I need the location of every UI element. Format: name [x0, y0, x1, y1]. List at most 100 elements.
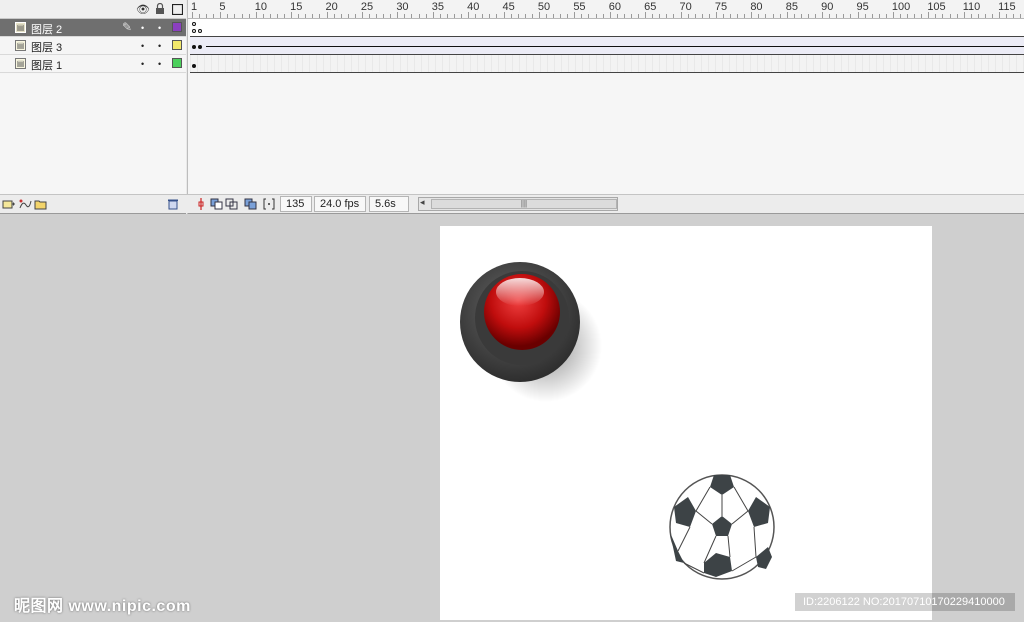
- ruler-tick: [276, 14, 278, 18]
- frame-ruler[interactable]: 1 5 10 15 20 25 30 35 40 45 50 55 60 65 70 75 80 85 90 95 10…: [188, 0, 1024, 19]
- layer-color-swatch[interactable]: [172, 40, 182, 50]
- button-highlight: [496, 278, 544, 306]
- ruler-tick: [354, 14, 356, 18]
- ruler-tick: [850, 14, 852, 18]
- horizontal-scrollbar[interactable]: ◂ |||: [418, 197, 618, 211]
- stage-canvas[interactable]: [440, 226, 932, 620]
- ruler-tick: [595, 14, 597, 18]
- trash-icon[interactable]: [166, 197, 180, 211]
- ruler-tick: [475, 14, 477, 18]
- ruler-label: 20: [325, 1, 338, 13]
- layer-row-3[interactable]: ▤ 图层 3 • •: [0, 37, 186, 55]
- ruler-tick: [517, 14, 519, 18]
- onion-skin-icon[interactable]: [210, 197, 224, 211]
- add-motion-guide-icon[interactable]: [18, 197, 32, 211]
- ruler-label: 65: [644, 1, 657, 13]
- layer-name: 图层 1: [31, 60, 63, 72]
- current-frame-field: 135: [280, 196, 312, 212]
- insert-layer-icon[interactable]: [2, 197, 16, 211]
- ruler-tick: [482, 14, 484, 18]
- lock-dot[interactable]: •: [158, 23, 161, 33]
- empty-keyframe[interactable]: [192, 22, 196, 26]
- edit-multiple-frames-icon[interactable]: [244, 197, 258, 211]
- ruler-tick: [694, 14, 696, 18]
- ruler-tick: [949, 14, 951, 18]
- keyframe[interactable]: [198, 45, 202, 49]
- ruler-tick: [439, 14, 441, 18]
- ruler-tick: [369, 14, 370, 18]
- ruler-label: 55: [573, 1, 586, 13]
- ruler-label: 10: [254, 1, 267, 13]
- ruler-tick: [921, 14, 923, 18]
- ruler-tick: [546, 14, 547, 18]
- keyframe[interactable]: [192, 64, 196, 68]
- stage-artwork: [460, 262, 775, 580]
- onion-skin-outlines-icon[interactable]: [225, 197, 239, 211]
- empty-keyframe[interactable]: [198, 29, 202, 33]
- ruler-tick: [970, 14, 972, 18]
- layer-icon: ▤: [15, 22, 26, 33]
- ruler-tick: [453, 14, 455, 18]
- ruler-tick: [737, 14, 739, 18]
- ruler-tick: [269, 14, 271, 18]
- ruler-tick: [723, 14, 724, 18]
- modify-markers-icon[interactable]: [262, 197, 276, 211]
- soccer-ball-graphic[interactable]: [669, 474, 775, 580]
- red-button-graphic[interactable]: [460, 262, 602, 402]
- ruler-tick: [333, 14, 335, 18]
- lock-dot[interactable]: •: [158, 41, 161, 51]
- flash-editor: 👁 1 5 10 15 20 25 30 35 40 45 50 55 60 65 70 75 80 85 90 95…: [0, 0, 1024, 622]
- ruler-tick: [312, 14, 314, 18]
- visibility-dot[interactable]: •: [141, 59, 144, 69]
- ruler-tick: [652, 14, 654, 18]
- frame-row-layer-2[interactable]: [190, 19, 1024, 37]
- scroll-left-arrow-icon[interactable]: ◂: [420, 197, 425, 208]
- ruler-tick: [807, 14, 809, 18]
- visibility-dot[interactable]: •: [141, 23, 144, 33]
- empty-keyframe[interactable]: [192, 29, 196, 33]
- visibility-dot[interactable]: •: [141, 41, 144, 51]
- ruler-tick: [843, 14, 845, 18]
- frame-row-layer-3[interactable]: [190, 37, 1024, 55]
- frame-row-layer-1[interactable]: [190, 55, 1024, 73]
- ruler-tick: [553, 14, 555, 18]
- ruler-tick: [616, 14, 618, 18]
- ruler-label: 115: [998, 1, 1016, 13]
- ruler-tick: [461, 14, 463, 18]
- ruler-tick: [673, 14, 675, 18]
- ruler-tick: [793, 14, 795, 18]
- layer-row-2[interactable]: ▤ 图层 2 ✎ • •: [0, 19, 186, 37]
- ruler-tick: [425, 14, 427, 18]
- elapsed-time-field: 5.6s: [369, 196, 409, 212]
- ruler-tick: [836, 14, 838, 18]
- layer-name: 图层 3: [31, 42, 63, 54]
- outline-icon[interactable]: [170, 2, 184, 16]
- ruler-tick: [800, 14, 802, 18]
- timeline-status-bar: 135 24.0 fps 5.6s ◂ |||: [0, 194, 1024, 213]
- keyframe[interactable]: [192, 45, 196, 49]
- panel-divider[interactable]: [186, 0, 188, 214]
- layer-row-1[interactable]: ▤ 图层 1 • •: [0, 55, 186, 73]
- layer-header: 👁: [0, 0, 186, 19]
- center-frame-icon[interactable]: [194, 197, 208, 211]
- layer-color-swatch[interactable]: [172, 58, 182, 68]
- eye-icon[interactable]: 👁: [136, 2, 150, 16]
- ruler-label: 50: [537, 1, 551, 13]
- ruler-tick: [234, 14, 236, 18]
- lock-icon[interactable]: [153, 2, 167, 16]
- ruler-tick: [227, 14, 229, 18]
- layer-color-swatch[interactable]: [172, 22, 182, 32]
- ruler-label: 30: [396, 1, 409, 13]
- ruler-tick: [284, 14, 286, 18]
- ruler-tick: [531, 14, 533, 18]
- ruler-label: 80: [750, 1, 763, 13]
- insert-folder-icon[interactable]: [34, 197, 48, 211]
- lock-dot[interactable]: •: [158, 59, 161, 69]
- ruler-tick: [687, 14, 689, 18]
- ruler-tick: [213, 14, 215, 18]
- frame-rate-field[interactable]: 24.0 fps: [314, 196, 366, 212]
- ruler-tick: [319, 14, 321, 18]
- ruler-tick: [765, 14, 767, 18]
- ruler-tick: [206, 14, 208, 18]
- scrollbar-thumb[interactable]: |||: [431, 199, 617, 209]
